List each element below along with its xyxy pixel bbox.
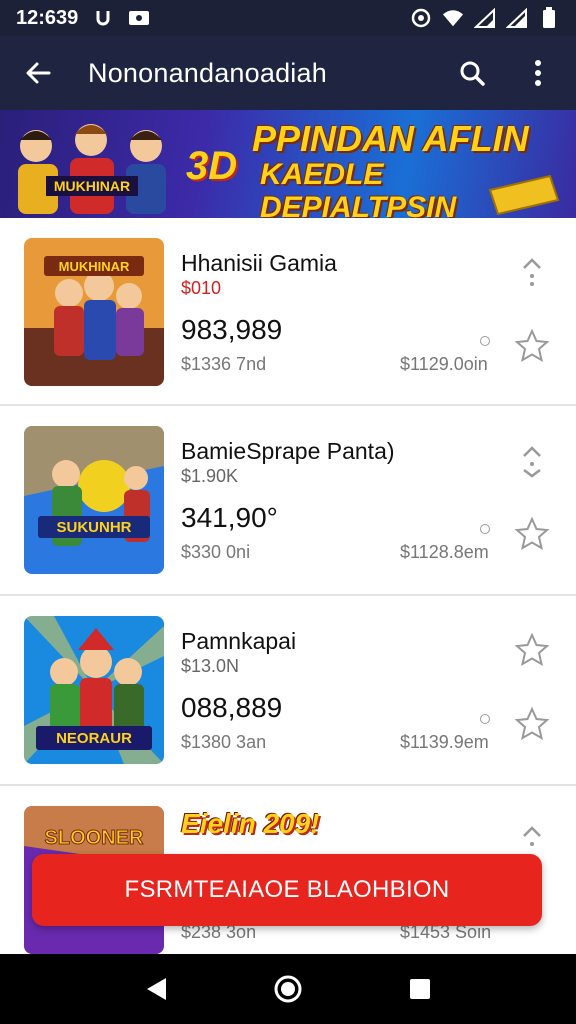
notification-u-icon [92, 7, 114, 29]
game-count: 341,90° [181, 502, 278, 533]
game-sub-right: $1129.0oin [400, 354, 488, 374]
game-name: BamieSprape Panta) [181, 438, 395, 464]
game-price: $13.0N [181, 656, 240, 676]
star-icon[interactable] [514, 706, 550, 742]
recents-square-icon [410, 979, 430, 999]
wifi-icon [442, 7, 464, 29]
app-bar-actions [452, 53, 558, 93]
game-name: Pamnkapai [181, 628, 297, 654]
banner-art-label: MUKHINAR [54, 178, 130, 194]
thumb-label: SLOONER [45, 827, 144, 849]
battery-icon [538, 7, 560, 29]
banner-line-1: PPINDAN AFLIN [252, 118, 529, 159]
back-button[interactable] [18, 53, 58, 93]
game-sub-right: $1128.8em [400, 542, 489, 562]
search-icon [460, 61, 485, 86]
expand-more-icon[interactable] [514, 440, 550, 480]
game-price: $1.90K [181, 466, 239, 486]
game-sub-left: $330 0ni [181, 542, 251, 562]
game-thumbnail[interactable]: MUKHINAR [24, 238, 164, 386]
game-name: Eielin 209! [181, 808, 320, 839]
nav-recents-button[interactable] [400, 969, 440, 1009]
list-item[interactable]: NEORAUR Pamnkapai $13.0N 088,889 $1380 3… [0, 596, 576, 786]
star-icon[interactable] [514, 328, 550, 364]
app-bar: Nononandanoadiah [0, 36, 576, 110]
status-left: 12:639 [16, 7, 150, 30]
signal-icon [506, 7, 528, 29]
indicator-dot [480, 524, 490, 534]
thumb-label: SUKUNHR [57, 519, 132, 536]
game-thumbnail[interactable]: NEORAUR [24, 616, 164, 764]
message-icon [128, 7, 150, 29]
arrow-left-icon [26, 62, 51, 84]
overflow-menu-button[interactable] [518, 53, 558, 93]
thumb-label: NEORAUR [56, 730, 132, 747]
nav-home-button[interactable] [268, 969, 308, 1009]
indicator-dot [480, 336, 490, 346]
search-button[interactable] [452, 53, 492, 93]
status-bar: 12:639 [0, 0, 576, 36]
list-item[interactable]: MUKHINAR Hhanisii Gamia $010 983,989 $13… [0, 218, 576, 406]
list-item[interactable]: SUKUNHR BamieSprape Panta) $1.90K 341,90… [0, 406, 576, 596]
nav-back-button[interactable] [136, 969, 176, 1009]
thumb-label: MUKHINAR [59, 259, 130, 274]
status-time: 12:639 [16, 6, 79, 29]
game-name: Hhanisii Gamia [181, 250, 337, 276]
alarm-icon [410, 7, 432, 29]
expand-more-icon[interactable] [514, 252, 550, 292]
game-thumbnail[interactable]: SUKUNHR [24, 426, 164, 574]
game-sub-right: $1139.9em [400, 732, 489, 752]
signal-icon [474, 7, 496, 29]
system-nav-bar [0, 954, 576, 1024]
more-vertical-icon [535, 60, 541, 86]
gold-bar-decoration [488, 174, 560, 216]
back-triangle-icon [147, 978, 166, 1000]
star-icon[interactable] [514, 516, 550, 552]
game-sub-left: $1380 3an [181, 732, 267, 752]
star-outline-icon[interactable] [514, 630, 550, 670]
status-right [410, 7, 560, 29]
banner-heroes-art: MUKHINAR [18, 124, 166, 214]
game-sub-left: $1336 7nd [181, 354, 267, 374]
game-count: 983,989 [181, 314, 283, 345]
indicator-dot [480, 714, 490, 724]
home-circle-icon [274, 975, 302, 1003]
page-title: Nononandanoadiah [88, 57, 327, 88]
promo-banner[interactable]: MUKHINAR 3D PPINDAN AFLIN KAEDLE DEPIALT… [0, 110, 576, 218]
game-price: $010 [181, 278, 222, 298]
game-count: 088,889 [181, 692, 283, 723]
app-screen: 12:639 Nononandanoadiah MUKHINAR 3D PPIN… [0, 0, 576, 1024]
primary-action-button[interactable]: FSRMTEAIAOE BLAOHBION [32, 854, 542, 926]
